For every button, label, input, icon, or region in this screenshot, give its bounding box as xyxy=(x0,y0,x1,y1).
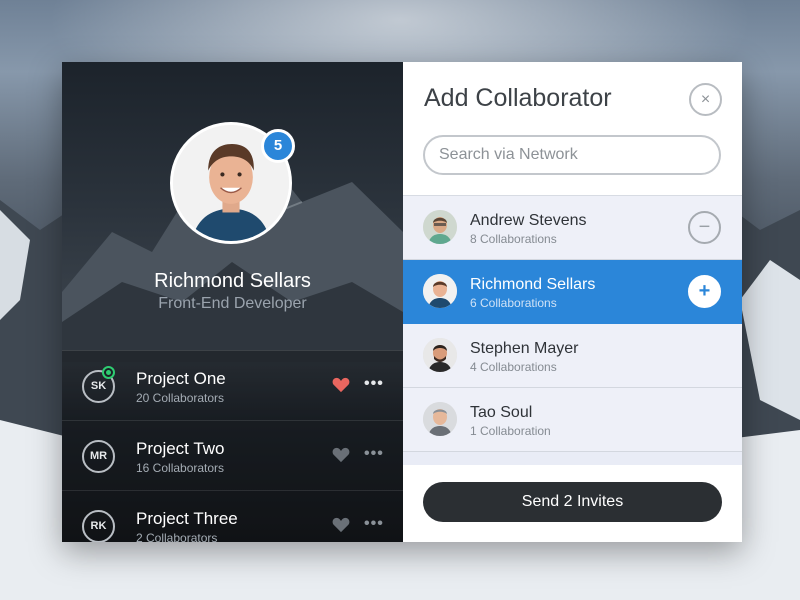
project-collaborators: 20 Collaborators xyxy=(136,391,225,405)
collaborator-avatar xyxy=(423,338,457,372)
heart-icon[interactable] xyxy=(332,377,350,393)
more-icon[interactable]: ••• xyxy=(364,515,384,533)
heart-icon[interactable] xyxy=(332,447,350,463)
project-item[interactable]: RK Project Three 2 Collaborators ••• xyxy=(62,490,403,542)
notification-count-badge: 5 xyxy=(261,129,295,163)
collaborator-avatar xyxy=(423,274,457,308)
project-title: Project Two xyxy=(136,439,225,458)
collaborator-avatar xyxy=(423,402,457,436)
project-initials: RK xyxy=(82,510,115,542)
collaborator-count: 4 Collaborations xyxy=(470,360,557,374)
collaborator-item[interactable]: Andrew Stevens 8 Collaborations − xyxy=(403,196,742,260)
minus-icon[interactable]: − xyxy=(688,211,721,244)
collaborator-count: 6 Collaborations xyxy=(470,296,557,310)
plus-icon[interactable]: + xyxy=(688,275,721,308)
close-icon[interactable]: × xyxy=(689,83,722,116)
collaborator-name: Andrew Stevens xyxy=(470,212,587,229)
collaborator-count: 1 Collaboration xyxy=(470,424,551,438)
collaborator-name: Stephen Mayer xyxy=(470,340,579,357)
collaborator-item-selected[interactable]: Richmond Sellars 6 Collaborations + xyxy=(403,260,742,324)
more-icon[interactable]: ••• xyxy=(364,445,384,463)
collaborator-card: 5 Richmond Sellars Front-End Developer S… xyxy=(62,62,742,542)
project-item[interactable]: SK Project One 20 Collaborators ••• xyxy=(62,350,403,420)
more-icon[interactable]: ••• xyxy=(364,375,384,393)
panel-footer: Send 2 Invites xyxy=(403,465,742,542)
heart-icon[interactable] xyxy=(332,517,350,533)
profile-panel: 5 Richmond Sellars Front-End Developer S… xyxy=(62,62,403,542)
collaborator-name: Richmond Sellars xyxy=(470,276,596,293)
collaborator-item[interactable]: Tao Soul 1 Collaboration xyxy=(403,388,742,452)
profile-name: Richmond Sellars xyxy=(154,270,311,292)
collaborator-avatar xyxy=(423,210,457,244)
collaborator-count: 8 Collaborations xyxy=(470,232,557,246)
project-title: Project One xyxy=(136,369,226,388)
project-list: SK Project One 20 Collaborators ••• MR P… xyxy=(62,350,403,542)
project-title: Project Three xyxy=(136,509,238,528)
project-collaborators: 2 Collaborators xyxy=(136,531,218,542)
collaborator-item[interactable]: Stephen Mayer 4 Collaborations xyxy=(403,324,742,388)
project-item[interactable]: MR Project Two 16 Collaborators ••• xyxy=(62,420,403,490)
profile-role: Front-End Developer xyxy=(158,295,307,312)
send-invites-button[interactable]: Send 2 Invites xyxy=(423,482,722,522)
project-collaborators: 16 Collaborators xyxy=(136,461,225,475)
project-initials: MR xyxy=(82,440,115,473)
online-status-icon xyxy=(102,366,115,379)
search-input[interactable] xyxy=(423,135,721,175)
add-collaborator-panel: Add Collaborator × Andrew Stevens 8 Coll… xyxy=(403,62,742,542)
panel-title: Add Collaborator xyxy=(424,84,612,112)
collaborator-name: Tao Soul xyxy=(470,404,533,421)
collaborator-list: Andrew Stevens 8 Collaborations − Richmo… xyxy=(403,195,742,465)
